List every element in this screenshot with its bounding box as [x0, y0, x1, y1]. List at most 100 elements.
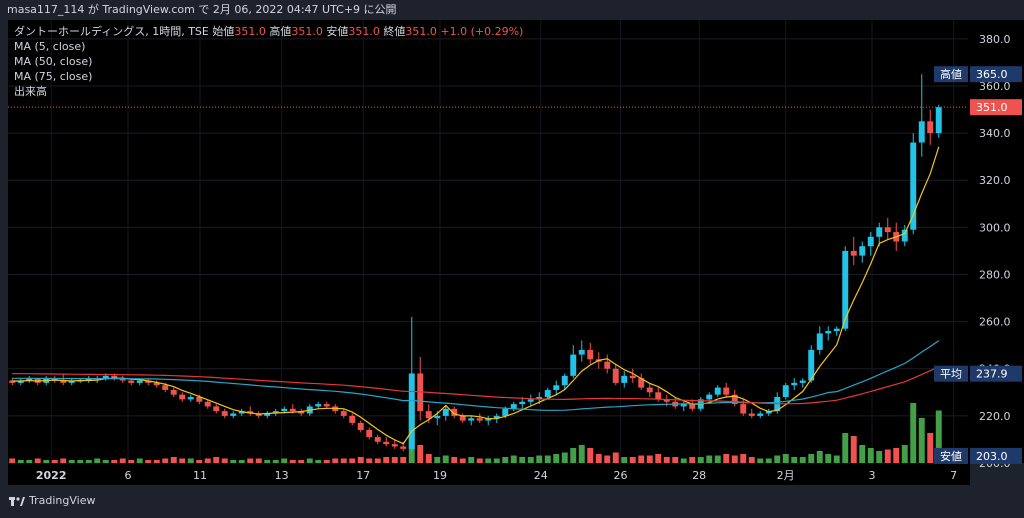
volume-bar [451, 457, 458, 463]
candle-body [400, 446, 407, 449]
volume-bar [289, 460, 296, 463]
open-label: 始値 [212, 25, 235, 38]
candle-body [408, 373, 415, 449]
price-marker: 平均 237.9 [934, 365, 1022, 382]
candle-body [876, 227, 883, 237]
price-marker: 351.0 [970, 99, 1022, 116]
candle-body [434, 415, 441, 419]
volume-bar [638, 455, 645, 463]
candle-body [425, 411, 432, 419]
indicator-ma5[interactable]: MA (5, close) [14, 39, 523, 54]
volume-bar [255, 458, 262, 463]
volume-bar [17, 460, 24, 463]
candle-body [527, 399, 534, 402]
volume-bar [128, 460, 135, 463]
volume-bar [816, 451, 823, 463]
volume-bar [204, 458, 211, 463]
marker-value: 365.0 [976, 68, 1008, 81]
marker-value: 203.0 [976, 450, 1008, 463]
volume-bar [213, 457, 220, 463]
candle-body [366, 430, 373, 438]
candle-body [476, 418, 483, 421]
candle-body [315, 404, 322, 407]
price-tick-label: 320.0 [979, 174, 1011, 187]
candle-body [910, 142, 917, 230]
volume-bar [43, 460, 50, 463]
tradingview-logo[interactable]: TradingView [9, 494, 95, 507]
indicator-volume[interactable]: 出来高 [14, 84, 523, 99]
footer [0, 485, 1024, 518]
volume-bar [221, 458, 228, 463]
candle-body [561, 375, 568, 386]
volume-bar [561, 452, 568, 463]
volume-bar [196, 460, 203, 463]
volume-bar [85, 460, 92, 463]
marker-value: 237.9 [976, 368, 1008, 381]
volume-bar [825, 454, 832, 463]
volume-bar [323, 460, 330, 463]
indicator-ma75[interactable]: MA (75, close) [14, 69, 523, 84]
volume-bar [918, 418, 925, 463]
close-value: 351.0 [405, 25, 437, 38]
candle-body [825, 331, 832, 334]
volume-bar [502, 457, 509, 463]
volume-bar [493, 458, 500, 463]
volume-bar [587, 448, 594, 463]
volume-bar [417, 445, 424, 463]
candle-body [859, 246, 866, 256]
candle-body [323, 404, 330, 407]
volume-bar [94, 458, 101, 463]
candle-body [706, 394, 713, 400]
time-tick-label: 2月 [777, 469, 795, 482]
candle-body [587, 349, 594, 360]
volume-bar [170, 457, 177, 463]
volume-bar [400, 457, 407, 463]
volume-bar [578, 445, 585, 463]
candle-body [782, 385, 789, 398]
volume-bar [553, 454, 560, 463]
volume-bar [833, 455, 840, 463]
price-marker: 安値 203.0 [934, 447, 1022, 464]
volume-bar [740, 454, 747, 463]
candle-body [927, 121, 934, 134]
candle-body [850, 250, 857, 256]
volume-bar [119, 458, 126, 463]
candle-body [340, 411, 347, 416]
volume-bar [238, 460, 245, 463]
ma75-line [12, 366, 940, 405]
volume-bar [9, 458, 16, 463]
volume-bar [672, 457, 679, 463]
volume-bar [298, 460, 305, 463]
volume-bar [867, 448, 874, 463]
volume-bar [111, 460, 118, 463]
candle-body [357, 422, 364, 431]
candle-body [179, 394, 186, 400]
volume-bar [697, 457, 704, 463]
price-marker: 高値 365.0 [934, 66, 1022, 83]
marker-value: 351.0 [976, 101, 1008, 114]
candle-body [544, 389, 551, 398]
volume-bar [340, 458, 347, 463]
candle-body [230, 413, 237, 416]
price-tick-label: 380.0 [979, 33, 1011, 46]
time-tick-label: 17 [356, 469, 370, 482]
candle-body [833, 328, 840, 332]
candle-body [128, 380, 135, 383]
volume-bar [485, 458, 492, 463]
price-tick-label: 260.0 [979, 316, 1011, 329]
candle-body [816, 333, 823, 350]
symbol-name: ダントーホールディングス, 1時間, TSE [14, 25, 209, 38]
candle-body [842, 250, 849, 329]
candle-body [468, 418, 475, 421]
time-tick-label: 7 [950, 469, 957, 482]
volume-bar [595, 454, 602, 463]
time-tick-label: 26 [613, 469, 627, 482]
volume-bar [230, 460, 237, 463]
volume-bar [434, 457, 441, 463]
indicator-ma50[interactable]: MA (50, close) [14, 54, 523, 69]
candle-body [349, 415, 356, 423]
volume-bar [60, 458, 67, 463]
volume-bar [374, 458, 381, 463]
tradingview-logo-icon [9, 496, 25, 506]
candle-body [901, 229, 908, 242]
